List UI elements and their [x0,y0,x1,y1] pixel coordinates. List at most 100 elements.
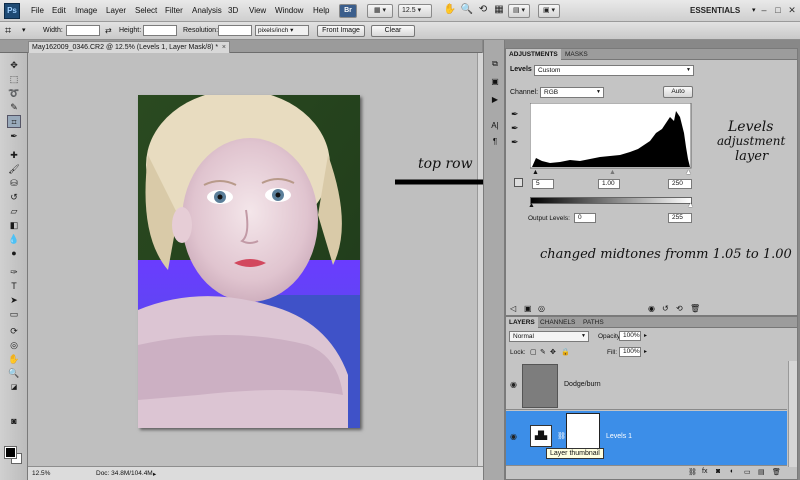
preset-select[interactable]: Custom [534,65,694,76]
opacity-slider-arrow-icon[interactable]: ▸ [644,332,647,339]
arrange-documents-icon[interactable]: ▤ ▾ [508,4,530,18]
maximize-icon[interactable]: □ [772,5,784,16]
move-tool-icon[interactable]: ✥ [7,59,21,72]
crop-tool-icon[interactable]: ⌗ [5,24,19,38]
menu-help[interactable]: Help [313,6,329,15]
actions-play-icon[interactable]: ▶ [489,94,501,106]
layer-name[interactable]: Levels 1 [606,433,632,440]
close-document-icon[interactable]: × [222,42,226,53]
menu-analysis[interactable]: Analysis [192,6,222,15]
resolution-units-select[interactable]: pixels/inch ▾ [255,25,309,36]
front-image-button[interactable]: Front Image [317,25,365,37]
eyedropper-tool-icon[interactable]: ✒ [7,130,21,143]
white-point-eyedropper-icon[interactable]: ✒ [511,137,519,148]
document-photo[interactable] [138,95,360,428]
eraser-tool-icon[interactable]: ▱ [7,205,21,218]
clip-to-layer-icon[interactable]: ◎ [538,304,545,313]
brush-tool-icon[interactable]: 🖌 [7,163,21,176]
menu-edit[interactable]: Edit [52,6,66,15]
input-levels-checkbox[interactable] [514,178,523,187]
opacity-field[interactable]: 100% [619,331,641,341]
screen-mode-icon[interactable]: ▣ ▾ [538,4,560,18]
dodge-tool-icon[interactable]: ● [7,247,21,260]
delete-adjustment-icon[interactable]: 🗑 [690,304,700,313]
3d-orbit-tool-icon[interactable]: ◎ [7,339,21,352]
view-extras-icon[interactable]: ▦ ▾ [367,4,393,18]
gradient-tool-icon[interactable]: ◧ [7,219,21,232]
lock-all-icon[interactable]: 🔒 [561,348,570,356]
blur-tool-icon[interactable]: 💧 [7,233,21,246]
auto-button[interactable]: Auto [663,86,693,98]
workspace-menu-icon[interactable]: ▾ [752,6,756,14]
healing-brush-tool-icon[interactable]: ✚ [7,149,21,162]
fill-slider-arrow-icon[interactable]: ▸ [644,348,647,355]
mask-link-icon[interactable]: ⛓ [557,432,566,440]
shape-tool-icon[interactable]: ▭ [7,308,21,321]
default-colors-icon[interactable]: ◪ [7,381,21,394]
white-input-slider[interactable]: ▲ [685,169,692,176]
zoom-tool-icon[interactable]: 🔍 [7,367,21,380]
resolution-input[interactable] [218,25,252,36]
add-mask-icon[interactable]: ◙ [716,468,720,475]
output-white-field[interactable]: 255 [668,213,692,223]
blend-mode-select[interactable]: Normal [509,331,589,342]
swap-dimensions-icon[interactable]: ⇄ [105,26,112,35]
tab-masks[interactable]: MASKS [562,49,591,60]
workspace-switcher[interactable]: ESSENTIALS [690,6,740,15]
expanded-view-icon[interactable]: ▣ [524,304,532,313]
levels-adjustment-icon[interactable]: ▟▙ [530,425,552,447]
minimize-icon[interactable]: – [758,5,770,16]
path-selection-tool-icon[interactable]: ➤ [7,294,21,307]
output-black-slider[interactable]: ▲ [528,202,535,209]
lock-image-icon[interactable]: ✎ [540,348,546,356]
menu-select[interactable]: Select [135,6,157,15]
layer-mask-thumbnail[interactable] [566,413,600,451]
tool-preset-arrow-icon[interactable]: ▾ [22,26,26,34]
tab-paths[interactable]: PATHS [580,317,607,328]
marquee-tool-icon[interactable]: ⬚ [7,73,21,86]
3d-rotate-tool-icon[interactable]: ⟳ [7,325,21,338]
paragraph-panel-icon[interactable]: ¶ [489,136,501,148]
hand-tool-icon[interactable]: ✋ [7,353,21,366]
gray-point-eyedropper-icon[interactable]: ✒ [511,123,519,134]
input-white-field[interactable]: 250 [668,179,692,189]
input-midtone-field[interactable]: 1.00 [598,179,620,189]
quick-mask-icon[interactable]: ◙ [7,415,21,428]
hand-tool-icon[interactable]: ✋ [443,4,457,18]
lasso-tool-icon[interactable]: ➰ [7,87,21,100]
layers-scrollbar[interactable] [788,361,797,467]
tab-adjustments[interactable]: ADJUSTMENTS [506,49,561,60]
menu-view[interactable]: View [249,6,266,15]
status-menu-arrow-icon[interactable]: ▸ [153,470,156,478]
visibility-eye-icon[interactable]: ◉ [510,433,520,441]
layer-row[interactable]: ◉ ▟▙ ⛓ Levels 1 Layer thumbnail [506,411,787,466]
foreground-color-swatch[interactable] [4,446,17,459]
layer-row[interactable]: ◉ Dodge/burn [506,361,787,410]
zoom-field[interactable]: 12.5% [32,470,50,477]
pen-tool-icon[interactable]: ✑ [7,266,21,279]
levels-histogram[interactable] [530,103,692,169]
document-tab[interactable]: May162009_0346.CR2 @ 12.5% (Levels 1, La… [28,41,230,53]
output-white-slider[interactable]: ▲ [687,202,694,209]
actions-panel-icon[interactable]: ▣ [489,76,501,88]
toggle-visibility-icon[interactable]: ◉ [648,304,655,313]
lock-transparency-icon[interactable]: ▢ [530,348,537,356]
history-brush-tool-icon[interactable]: ↺ [7,191,21,204]
layer-name[interactable]: Dodge/burn [564,381,601,388]
bridge-icon[interactable]: Br [339,4,357,18]
layer-style-icon[interactable]: fx [702,468,707,475]
history-panel-icon[interactable]: ⧉ [489,58,501,70]
layer-thumbnail[interactable] [522,364,558,408]
tab-channels[interactable]: CHANNELS [537,317,578,328]
output-black-field[interactable]: 0 [574,213,596,223]
visibility-eye-icon[interactable]: ◉ [510,381,520,389]
black-input-slider[interactable]: ▲ [532,169,539,176]
previous-state-icon[interactable]: ↺ [662,304,669,313]
black-point-eyedropper-icon[interactable]: ✒ [511,109,519,120]
zoom-tool-icon[interactable]: 🔍 [460,4,474,18]
channel-select[interactable]: RGB [540,87,604,98]
width-input[interactable] [66,25,100,36]
delete-layer-icon[interactable]: 🗑 [772,468,781,476]
fill-field[interactable]: 100% [619,347,641,357]
menu-layer[interactable]: Layer [106,6,126,15]
